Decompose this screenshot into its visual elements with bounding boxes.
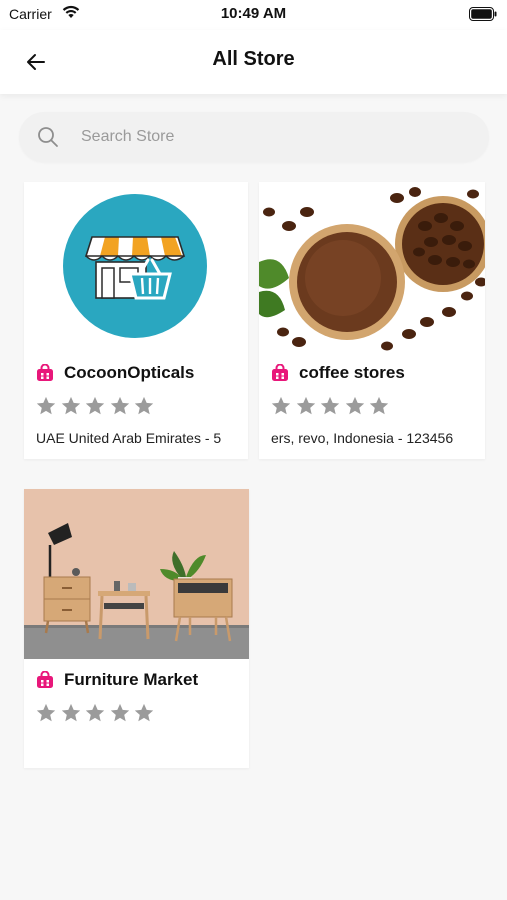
star-icon <box>36 703 56 722</box>
header-bar: All Store <box>0 30 507 94</box>
star-icon <box>110 396 129 415</box>
star-rating <box>35 702 158 724</box>
star-icon <box>61 703 80 722</box>
clock: 10:49 AM <box>220 5 287 22</box>
search-bar <box>19 112 489 162</box>
store-name: CocoonOpticals <box>64 363 195 382</box>
store-card-coffee-stores[interactable]: coffee stores ers, revo, Indonesia - 123… <box>259 182 485 459</box>
star-icon <box>370 396 389 415</box>
star-rating <box>270 395 393 417</box>
store-name: coffee stores <box>299 363 405 382</box>
store-address: ers, revo, Indonesia - 123456 <box>271 430 454 446</box>
store-name: Furniture Market <box>64 670 199 689</box>
star-icon <box>296 396 315 415</box>
search-icon <box>37 126 59 153</box>
store-bag-icon <box>37 364 53 381</box>
store-name-row: Furniture Market <box>36 670 198 690</box>
status-bar: Carrier 10:49 AM <box>0 0 507 30</box>
store-logo-image <box>24 182 248 352</box>
star-icon <box>271 396 291 415</box>
search-input[interactable] <box>81 112 471 162</box>
store-card-furniture-market[interactable]: Furniture Market <box>24 489 249 768</box>
star-icon <box>36 396 56 415</box>
battery-icon <box>469 7 497 26</box>
star-icon <box>135 396 154 415</box>
star-icon <box>135 703 154 722</box>
page-title: All Store <box>212 48 295 70</box>
store-card-cocoonopticals[interactable]: CocoonOpticals UAE United Arab Emirates … <box>24 182 248 459</box>
store-name-row: coffee stores <box>271 363 405 383</box>
store-bag-icon <box>37 671 53 688</box>
star-icon <box>110 703 129 722</box>
star-rating <box>35 395 158 417</box>
star-icon <box>86 396 105 415</box>
furniture-image <box>24 489 249 659</box>
star-icon <box>345 396 364 415</box>
star-icon <box>61 396 80 415</box>
star-icon <box>321 396 340 415</box>
star-icon <box>86 703 105 722</box>
store-name-row: CocoonOpticals <box>36 363 194 383</box>
store-bag-icon <box>272 364 288 381</box>
coffee-beans-image <box>259 182 485 352</box>
store-address: UAE United Arab Emirates - 5 <box>36 430 222 446</box>
